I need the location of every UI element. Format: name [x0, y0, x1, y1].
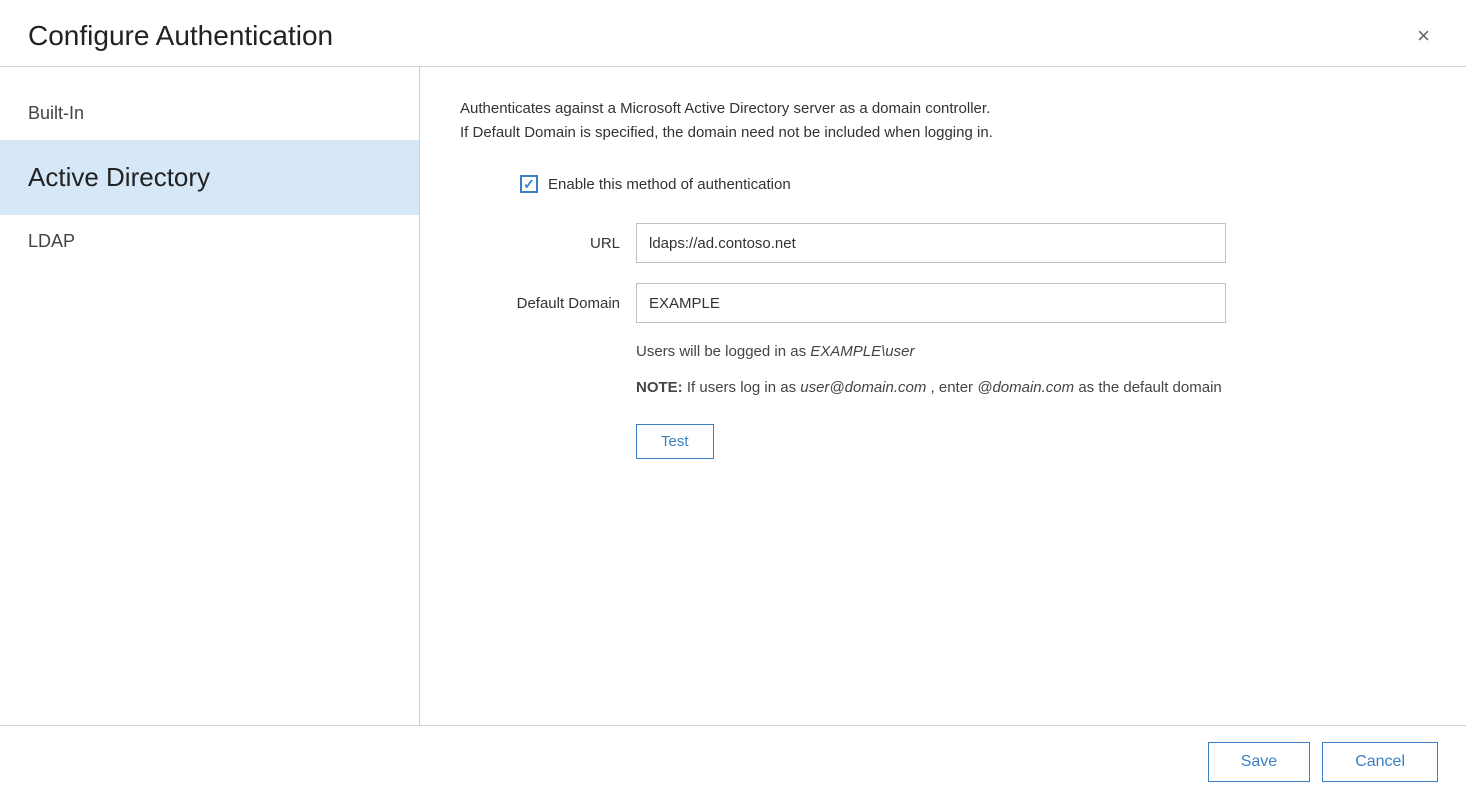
- url-row: URL: [460, 223, 1426, 263]
- info-text: Users will be logged in as EXAMPLE\user: [636, 343, 1426, 360]
- description: Authenticates against a Microsoft Active…: [460, 97, 1426, 145]
- test-button[interactable]: Test: [636, 424, 714, 459]
- domain-row: Default Domain: [460, 283, 1426, 323]
- url-label: URL: [460, 235, 620, 252]
- enable-row: Enable this method of authentication: [520, 175, 1426, 193]
- description-line1: Authenticates against a Microsoft Active…: [460, 100, 990, 117]
- description-line2: If Default Domain is specified, the doma…: [460, 124, 993, 141]
- sidebar-item-built-in-label: Built-In: [28, 103, 84, 123]
- note-italic2: @domain.com: [977, 379, 1074, 396]
- url-input[interactable]: [636, 223, 1226, 263]
- domain-label: Default Domain: [460, 295, 620, 312]
- sidebar-item-ldap[interactable]: LDAP: [0, 215, 419, 268]
- sidebar-item-built-in[interactable]: Built-In: [0, 87, 419, 140]
- sidebar-item-ldap-label: LDAP: [28, 231, 75, 251]
- cancel-button[interactable]: Cancel: [1322, 742, 1438, 782]
- save-button[interactable]: Save: [1208, 742, 1310, 782]
- dialog-footer: Save Cancel: [0, 725, 1466, 798]
- note-text2: , enter: [931, 379, 978, 396]
- note-text: NOTE: If users log in as user@domain.com…: [636, 376, 1316, 400]
- dialog-body: Built-In Active Directory LDAP Authentic…: [0, 67, 1466, 725]
- note-italic1: user@domain.com: [800, 379, 926, 396]
- sidebar-item-active-directory-label: Active Directory: [28, 162, 210, 192]
- note-text3: as the default domain: [1078, 379, 1221, 396]
- dialog-header: Configure Authentication ×: [0, 0, 1466, 67]
- note-text1: If users log in as: [687, 379, 800, 396]
- close-button[interactable]: ×: [1409, 21, 1438, 51]
- enable-checkbox-label[interactable]: Enable this method of authentication: [520, 175, 791, 193]
- sidebar-item-active-directory[interactable]: Active Directory: [0, 140, 419, 215]
- main-content: Authenticates against a Microsoft Active…: [420, 67, 1466, 725]
- domain-input[interactable]: [636, 283, 1226, 323]
- enable-checkbox[interactable]: [520, 175, 538, 193]
- sidebar: Built-In Active Directory LDAP: [0, 67, 420, 725]
- dialog-title: Configure Authentication: [28, 20, 333, 52]
- info-text-content: Users will be logged in as EXAMPLE\user: [636, 343, 914, 360]
- configure-authentication-dialog: Configure Authentication × Built-In Acti…: [0, 0, 1466, 798]
- enable-checkbox-text: Enable this method of authentication: [548, 176, 791, 193]
- note-bold: NOTE:: [636, 379, 683, 396]
